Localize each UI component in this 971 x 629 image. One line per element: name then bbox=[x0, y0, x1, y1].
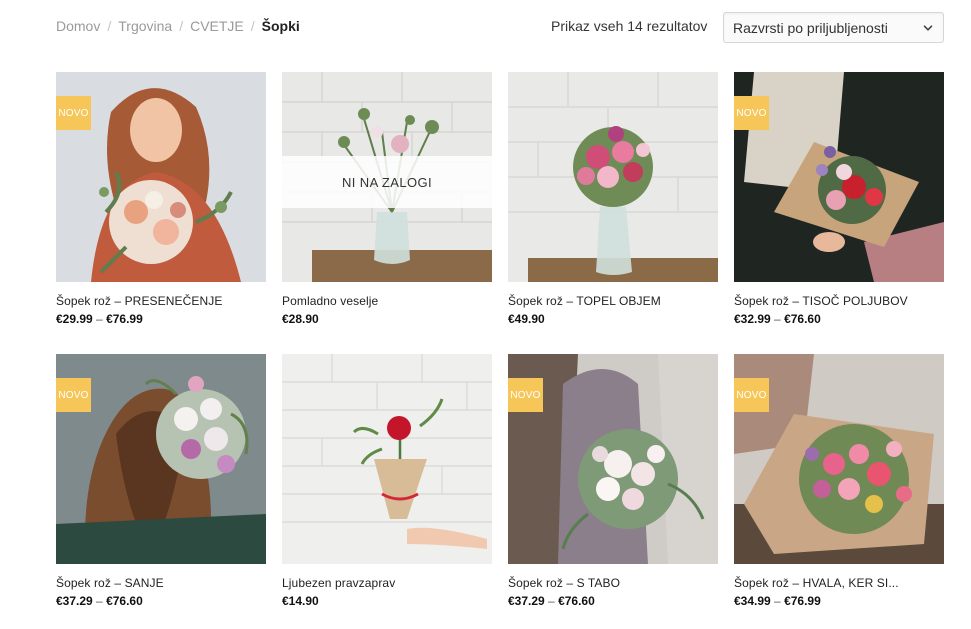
new-badge: NOVO bbox=[56, 96, 91, 130]
product-image-link[interactable]: NOVO bbox=[56, 354, 266, 564]
product-title[interactable]: Šopek rož – SANJE bbox=[56, 576, 266, 590]
product-card: NOVO Šopek rož – PRESENEČENJE €29.99 – €… bbox=[56, 72, 266, 326]
breadcrumb-separator: / bbox=[250, 18, 255, 34]
breadcrumb-link-flowers[interactable]: CVETJE bbox=[190, 18, 244, 34]
product-card: NI NA ZALOGI Pomladno veselje €28.90 bbox=[282, 72, 492, 326]
product-image-link[interactable]: NOVO bbox=[734, 72, 944, 282]
product-photo-single-red-rose bbox=[282, 354, 492, 564]
product-card: NOVO Šopek rož – HVALA, KER SI... €34.99… bbox=[734, 354, 944, 608]
product-card: NOVO Šopek rož – TISOČ POLJUBOV €32.99 –… bbox=[734, 72, 944, 326]
price-from: €29.99 bbox=[56, 312, 93, 326]
price-from: €32.99 bbox=[734, 312, 771, 326]
product-price: €32.99 – €76.60 bbox=[734, 312, 944, 326]
product-price: €37.29 – €76.60 bbox=[56, 594, 266, 608]
price-to: €76.99 bbox=[784, 594, 821, 608]
product-title[interactable]: Šopek rož – TOPEL OBJEM bbox=[508, 294, 718, 308]
product-price: €14.90 bbox=[282, 594, 492, 608]
product-image-link[interactable]: NOVO bbox=[734, 354, 944, 564]
product-card: Ljubezen pravzaprav €14.90 bbox=[282, 354, 492, 608]
chevron-down-icon bbox=[923, 25, 933, 31]
sort-select[interactable]: Razvrsti po priljubljenosti bbox=[723, 12, 944, 43]
price-range-dash: – bbox=[96, 594, 103, 608]
product-title[interactable]: Ljubezen pravzaprav bbox=[282, 576, 492, 590]
product-photo-vase-pink-roses bbox=[508, 72, 718, 282]
price-range-dash: – bbox=[548, 594, 555, 608]
price-from: €14.90 bbox=[282, 594, 319, 608]
price-to: €76.60 bbox=[106, 594, 143, 608]
new-badge: NOVO bbox=[734, 96, 769, 130]
product-card: Šopek rož – TOPEL OBJEM €49.90 bbox=[508, 72, 718, 326]
product-card: NOVO Šopek rož – SANJE €37.29 – €76.60 bbox=[56, 354, 266, 608]
new-badge: NOVO bbox=[508, 378, 543, 412]
product-image-link[interactable] bbox=[282, 354, 492, 564]
price-to: €76.60 bbox=[558, 594, 595, 608]
result-count: Prikaz vseh 14 rezultatov bbox=[551, 18, 708, 34]
product-card: NOVO Šopek rož – S TABO €37.29 – €76.60 bbox=[508, 354, 718, 608]
breadcrumb-link-shop[interactable]: Trgovina bbox=[118, 18, 172, 34]
new-badge: NOVO bbox=[56, 378, 91, 412]
price-range-dash: – bbox=[774, 594, 781, 608]
product-image-link[interactable]: NOVO bbox=[508, 354, 718, 564]
product-image-link[interactable]: NOVO bbox=[56, 72, 266, 282]
product-image-link[interactable]: NI NA ZALOGI bbox=[282, 72, 492, 282]
product-title[interactable]: Šopek rož – PRESENEČENJE bbox=[56, 294, 266, 308]
product-price: €34.99 – €76.99 bbox=[734, 594, 944, 608]
price-from: €37.29 bbox=[508, 594, 545, 608]
product-image-link[interactable] bbox=[508, 72, 718, 282]
sort-selected-value: Razvrsti po priljubljenosti bbox=[733, 19, 888, 36]
price-to: €76.99 bbox=[106, 312, 143, 326]
price-from: €28.90 bbox=[282, 312, 319, 326]
breadcrumb-separator: / bbox=[179, 18, 184, 34]
breadcrumb-separator: / bbox=[107, 18, 112, 34]
breadcrumb-current: Šopki bbox=[261, 18, 300, 34]
product-price: €28.90 bbox=[282, 312, 492, 326]
product-price: €37.29 – €76.60 bbox=[508, 594, 718, 608]
product-title[interactable]: Šopek rož – TISOČ POLJUBOV bbox=[734, 294, 944, 308]
price-from: €34.99 bbox=[734, 594, 771, 608]
new-badge: NOVO bbox=[734, 378, 769, 412]
price-to: €76.60 bbox=[784, 312, 821, 326]
price-from: €49.90 bbox=[508, 312, 545, 326]
product-title[interactable]: Šopek rož – S TABO bbox=[508, 576, 718, 590]
product-title[interactable]: Šopek rož – HVALA, KER SI... bbox=[734, 576, 944, 590]
breadcrumb-link-home[interactable]: Domov bbox=[56, 18, 100, 34]
price-from: €37.29 bbox=[56, 594, 93, 608]
product-price: €49.90 bbox=[508, 312, 718, 326]
price-range-dash: – bbox=[774, 312, 781, 326]
product-title[interactable]: Pomladno veselje bbox=[282, 294, 492, 308]
out-of-stock-label: NI NA ZALOGI bbox=[282, 156, 492, 208]
breadcrumb: Domov / Trgovina / CVETJE / Šopki bbox=[56, 18, 300, 34]
product-price: €29.99 – €76.99 bbox=[56, 312, 266, 326]
price-range-dash: – bbox=[96, 312, 103, 326]
